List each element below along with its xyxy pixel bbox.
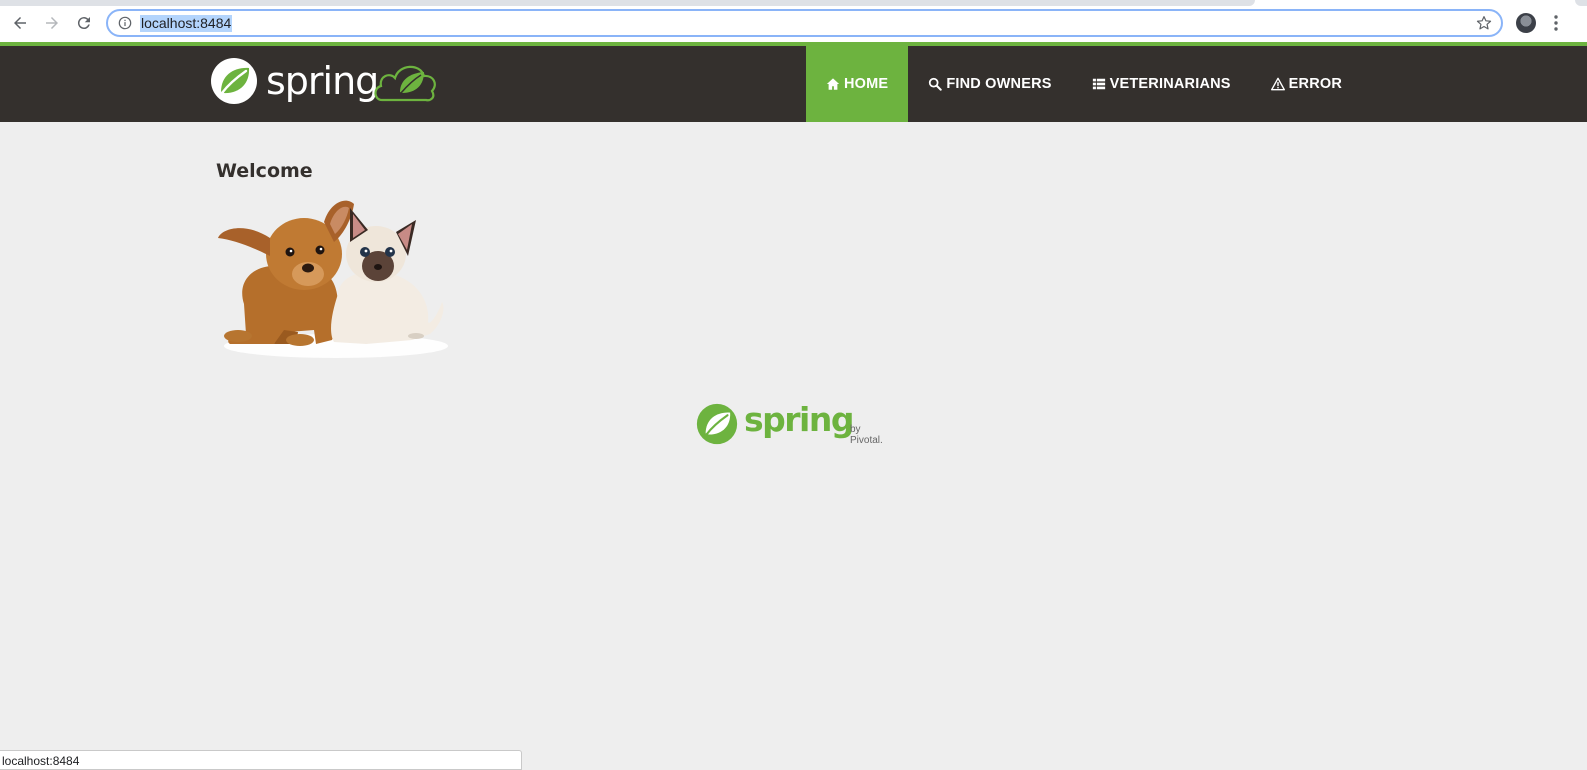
nav-find-owners[interactable]: FIND OWNERS [908, 46, 1071, 122]
nav-error[interactable]: ERROR [1251, 46, 1362, 122]
spring-leaf-icon [211, 58, 257, 104]
tab-strip-right [1575, 0, 1587, 6]
arrow-right-icon [46, 17, 58, 29]
browser-toolbar: localhost:8484 [0, 0, 1587, 44]
list-icon [1092, 78, 1105, 90]
cloud-leaf-logo [374, 65, 436, 102]
back-button[interactable] [7, 10, 33, 36]
nav-menu: HOME FIND OWNERS VETERINARIANS ERROR [806, 46, 1362, 122]
footer-brand-text: spring [744, 400, 854, 439]
reload-button[interactable] [71, 10, 97, 36]
info-icon[interactable] [118, 16, 132, 30]
more-vert-icon[interactable] [1553, 14, 1559, 32]
brand-text: spring [266, 59, 379, 103]
nav-veterinarians[interactable]: VETERINARIANS [1072, 46, 1251, 122]
page-title: Welcome [216, 160, 313, 182]
pets-image [218, 200, 448, 358]
nav-find-owners-label: FIND OWNERS [946, 76, 1052, 92]
search-icon [929, 77, 943, 91]
spring-leaf-icon [696, 403, 738, 445]
nav-home[interactable]: HOME [806, 46, 909, 122]
status-bubble: localhost:8484 [0, 750, 522, 770]
bookmark-star-icon[interactable] [1475, 14, 1493, 32]
nav-error-label: ERROR [1288, 76, 1343, 92]
reload-icon [77, 17, 90, 30]
nav-veterinarians-label: VETERINARIANS [1109, 76, 1231, 92]
tab-strip [0, 0, 1255, 6]
profile-avatar[interactable] [1516, 13, 1536, 33]
main-navbar: spring HOME FIND OWNERS VETERINARIANS ER… [0, 46, 1587, 122]
status-url: localhost:8484 [2, 754, 80, 768]
footer-by-pivotal: by Pivotal. [850, 424, 883, 446]
arrow-left-icon [14, 17, 26, 29]
url-text[interactable]: localhost:8484 [140, 15, 233, 32]
nav-home-label: HOME [844, 76, 889, 92]
address-bar[interactable]: localhost:8484 [106, 9, 1503, 37]
warning-icon [1270, 77, 1285, 91]
forward-button[interactable] [39, 10, 65, 36]
brand-logo[interactable]: spring [210, 57, 440, 109]
home-icon [826, 78, 840, 90]
footer-logo: spring by Pivotal. [696, 400, 896, 446]
